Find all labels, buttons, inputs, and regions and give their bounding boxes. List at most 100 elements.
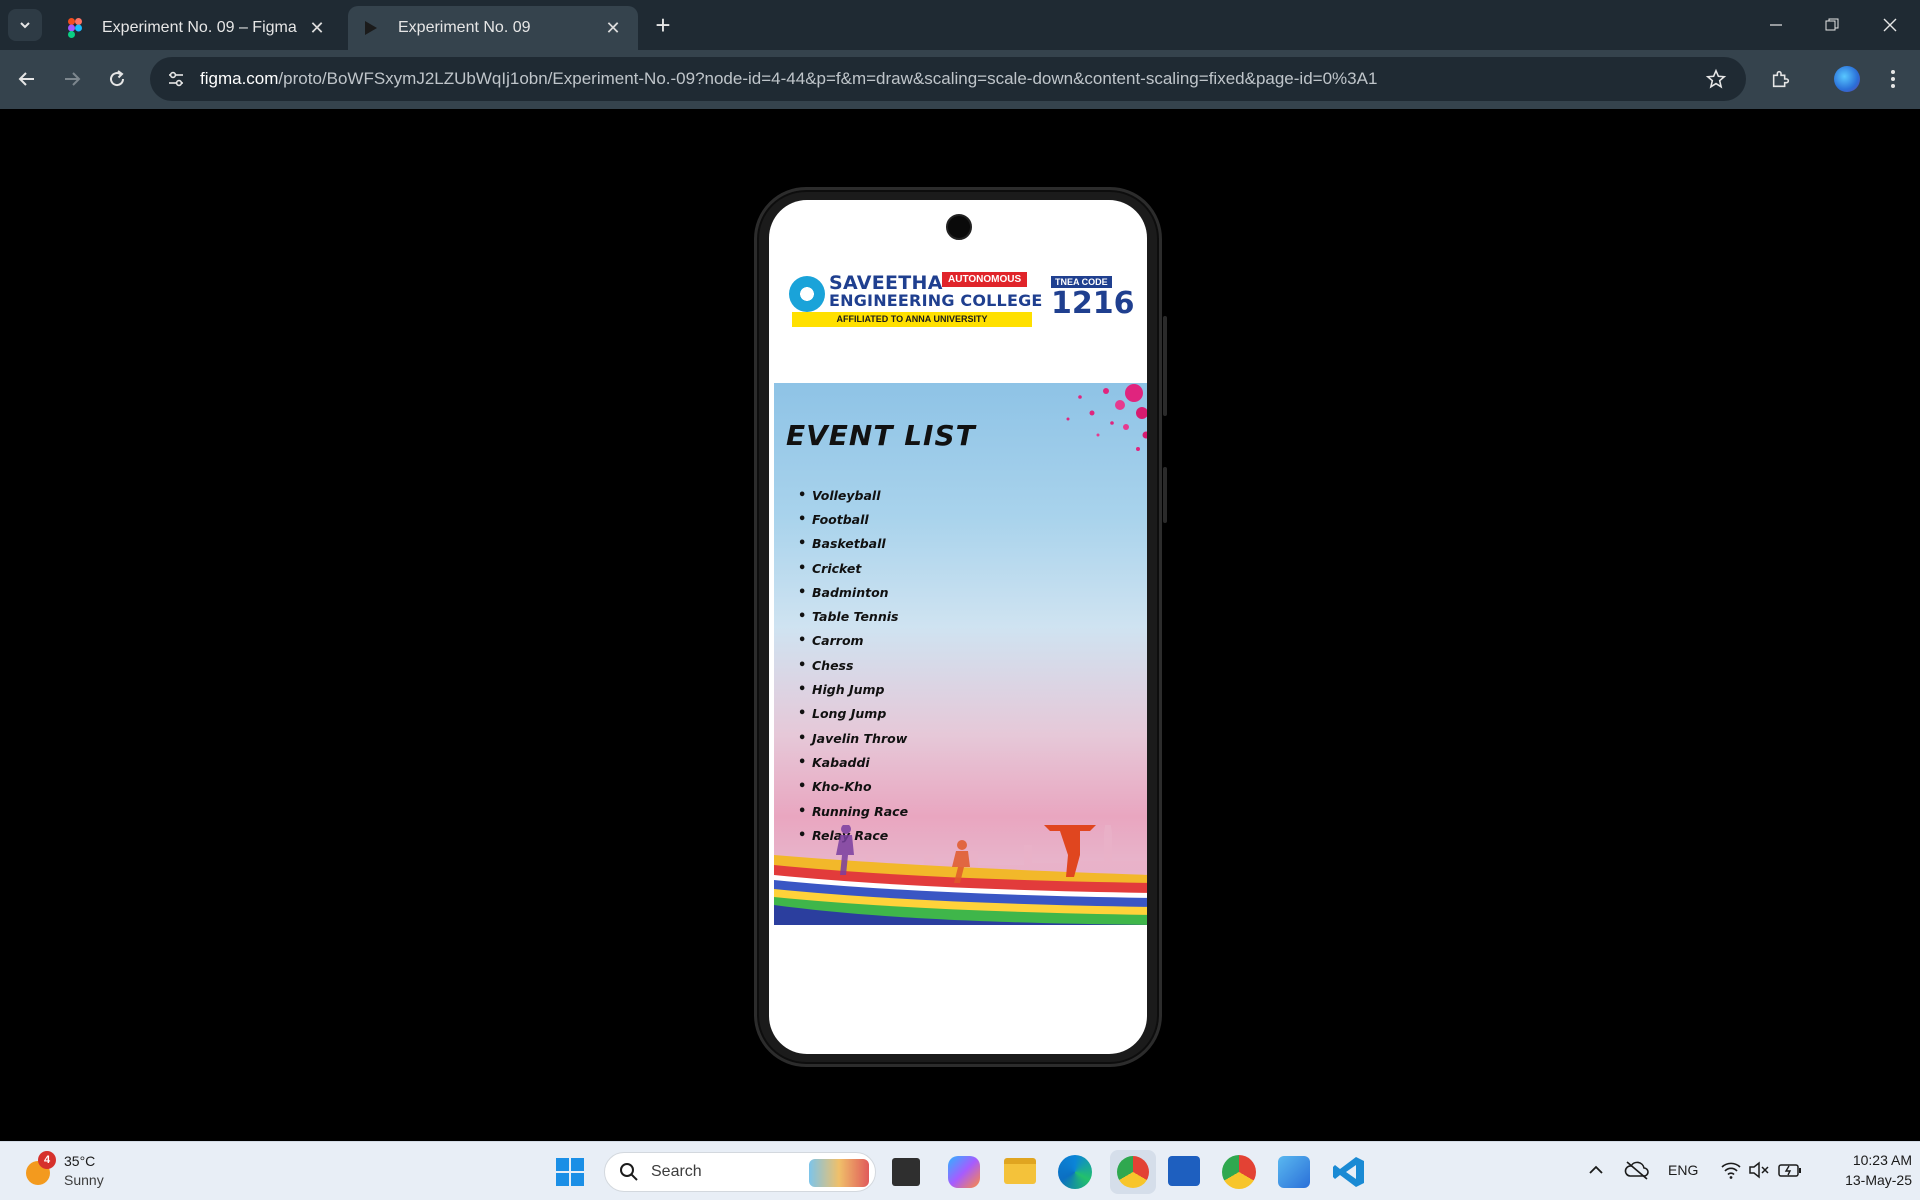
onedrive-icon[interactable] <box>1624 1160 1650 1180</box>
forward-button[interactable] <box>55 62 89 96</box>
site-info-icon[interactable] <box>154 57 198 101</box>
browser-toolbar: figma.com/proto/BoWFSxymJ2LZUbWqIj1obn/E… <box>0 50 1920 109</box>
url-host: figma.com <box>200 69 279 88</box>
close-tab-icon[interactable]: ✕ <box>306 17 328 39</box>
clock[interactable]: 10:23 AM 13-May-25 <box>1812 1150 1912 1190</box>
list-item: • Badminton <box>798 584 889 600</box>
weather-widget[interactable]: 4 35°C Sunny <box>24 1151 144 1193</box>
file-explorer-icon[interactable] <box>1004 1158 1036 1184</box>
event-name: Basketball <box>812 536 886 552</box>
chrome-icon[interactable] <box>1222 1155 1256 1189</box>
clock-time: 10:23 AM <box>1852 1152 1912 1168</box>
avatar <box>1834 66 1860 92</box>
event-name: High Jump <box>812 682 885 698</box>
event-poster: EVENT LIST • Volleyball • Football • Basket… <box>774 383 1147 925</box>
wifi-icon[interactable] <box>1720 1160 1742 1180</box>
phone-screen: SAVEETHA AUTONOMOUS ENGINEERING COLLEGE … <box>769 200 1147 1054</box>
event-name: Running Race <box>812 803 909 819</box>
menu-button[interactable] <box>1876 62 1910 96</box>
list-item: • Basketball <box>798 536 886 552</box>
event-list: • Volleyball • Football • Basketball • Crick… <box>798 483 908 847</box>
url-text: figma.com/proto/BoWFSxymJ2LZUbWqIj1obn/E… <box>200 69 1377 89</box>
language-indicator[interactable]: ENG <box>1668 1162 1698 1178</box>
tab-figma[interactable]: Experiment No. 09 – Figma ✕ <box>52 6 342 50</box>
address-bar[interactable]: figma.com/proto/BoWFSxymJ2LZUbWqIj1obn/E… <box>150 57 1746 101</box>
college-name-line2: ENGINEERING COLLEGE <box>829 291 1043 310</box>
tab-experiment[interactable]: Experiment No. 09 ✕ <box>348 6 638 50</box>
phone-side-button <box>1163 467 1167 523</box>
tab-bar: Experiment No. 09 – Figma ✕ Experiment N… <box>0 0 1920 50</box>
restore-button[interactable] <box>1804 0 1860 50</box>
list-item: • Volleyball <box>798 487 881 503</box>
event-name: Volleyball <box>812 487 881 503</box>
close-window-button[interactable] <box>1862 0 1918 50</box>
weather-badge: 4 <box>38 1151 56 1169</box>
list-item: • Cricket <box>798 560 862 576</box>
search-highlight-image <box>809 1159 869 1187</box>
event-name: Carrom <box>812 633 864 649</box>
chevron-down-icon <box>20 22 30 29</box>
edge-icon[interactable] <box>1058 1155 1092 1189</box>
extensions-button[interactable] <box>1764 62 1798 96</box>
close-tab-icon[interactable]: ✕ <box>602 17 624 39</box>
chrome-canary-icon[interactable] <box>1110 1150 1156 1194</box>
search-placeholder: Search <box>651 1163 702 1180</box>
list-item: • Kabaddi <box>798 754 870 770</box>
microsoft-store-icon[interactable] <box>1168 1156 1200 1186</box>
minimize-button[interactable] <box>1748 0 1804 50</box>
search-icon <box>620 1163 638 1181</box>
event-name: Kabaddi <box>812 754 870 770</box>
profile-button[interactable] <box>1830 62 1864 96</box>
event-name: Kho-Kho <box>812 779 872 795</box>
list-item: • Table Tennis <box>798 609 899 625</box>
list-item: • Javelin Throw <box>798 730 908 746</box>
vscode-icon[interactable] <box>1332 1155 1366 1189</box>
camera-icon <box>946 214 972 240</box>
restore-icon <box>1825 18 1839 31</box>
event-name: Cricket <box>812 560 862 576</box>
list-item: • Football <box>798 511 869 527</box>
list-item: • High Jump <box>798 682 885 698</box>
tab-search-button[interactable] <box>8 9 42 41</box>
start-button[interactable] <box>552 1154 588 1190</box>
reload-icon <box>110 70 125 87</box>
url-path: /proto/BoWFSxymJ2LZUbWqIj1obn/Experiment… <box>278 69 1378 88</box>
task-view-icon[interactable] <box>892 1158 920 1186</box>
paint-splash-graphic <box>1066 384 1147 451</box>
weather-desc: Sunny <box>64 1172 104 1188</box>
figma-icon <box>66 18 84 38</box>
copilot-icon[interactable] <box>948 1156 980 1188</box>
bookmark-star-icon[interactable] <box>1704 67 1728 91</box>
weather-temp: 35°C <box>64 1153 96 1169</box>
show-hidden-icons[interactable] <box>1586 1160 1606 1180</box>
college-logo: SAVEETHA AUTONOMOUS ENGINEERING COLLEGE … <box>789 272 1135 328</box>
event-name: Long Jump <box>812 706 887 722</box>
reload-button[interactable] <box>100 62 134 96</box>
clock-date: 13-May-25 <box>1845 1172 1912 1188</box>
autonomous-badge: AUTONOMOUS <box>942 272 1028 287</box>
arrow-right-icon <box>65 72 81 86</box>
taskbar: 4 35°C Sunny Search ENG 10:23 AM 13-May-… <box>0 1141 1920 1200</box>
minimize-icon <box>1770 24 1782 26</box>
list-item: • Chess <box>798 657 854 673</box>
running-track-illustration <box>774 825 1147 925</box>
event-name: Football <box>812 511 869 527</box>
photos-icon[interactable] <box>1278 1156 1310 1188</box>
event-name: Badminton <box>812 584 889 600</box>
list-item: • Running Race <box>798 803 909 819</box>
back-button[interactable] <box>10 62 44 96</box>
tab-title: Experiment No. 09 <box>398 19 531 36</box>
windows-icon <box>556 1158 584 1186</box>
battery-icon[interactable] <box>1778 1160 1802 1180</box>
arrow-left-icon <box>18 72 34 86</box>
new-tab-button[interactable]: + <box>648 10 678 40</box>
college-seal-icon <box>789 276 825 312</box>
list-item: • Long Jump <box>798 706 887 722</box>
list-item: • Kho-Kho <box>798 779 872 795</box>
taskbar-search[interactable]: Search <box>604 1152 876 1192</box>
volume-muted-icon[interactable] <box>1748 1160 1770 1180</box>
more-vertical-icon <box>1891 70 1895 88</box>
close-icon <box>1883 18 1897 32</box>
event-name: Table Tennis <box>812 609 899 625</box>
event-name: Javelin Throw <box>812 730 908 746</box>
